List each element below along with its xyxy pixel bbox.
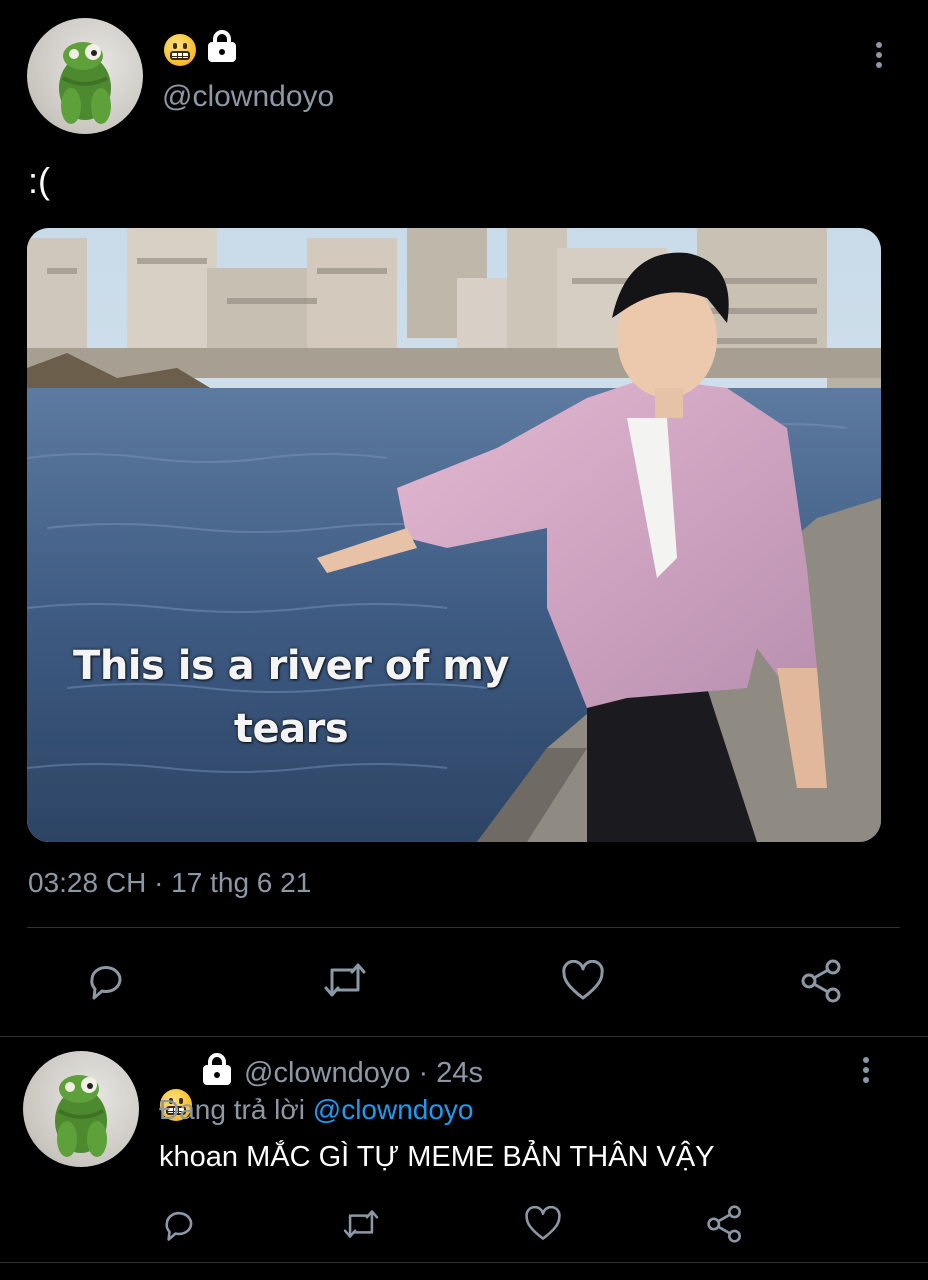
section-divider xyxy=(0,1036,928,1037)
replying-to-mention[interactable]: @clowndoyo xyxy=(313,1094,474,1125)
share-icon[interactable] xyxy=(706,1204,744,1244)
retweet-icon[interactable] xyxy=(320,958,370,1002)
author-avatar[interactable] xyxy=(27,18,143,134)
like-icon[interactable] xyxy=(524,1206,562,1242)
replying-label: Đang trả lời xyxy=(159,1094,305,1125)
reply-more-options-icon[interactable] xyxy=(862,1057,870,1087)
frog-plush-icon xyxy=(59,42,111,124)
lock-icon xyxy=(205,30,239,64)
more-options-icon[interactable] xyxy=(875,42,883,72)
frog-plush-icon xyxy=(55,1075,107,1157)
bottom-divider xyxy=(0,1262,928,1263)
lock-icon xyxy=(200,1053,234,1087)
meme-caption-line2: tears xyxy=(233,706,349,752)
like-icon[interactable] xyxy=(561,960,605,1002)
tweet-media-image[interactable]: This is a river of my tears xyxy=(27,228,881,842)
divider xyxy=(27,927,900,928)
reply-text: khoan MẮC GÌ TỰ MEME BẢN THÂN VẬY xyxy=(159,1141,715,1173)
tweet-timestamp[interactable]: 03:28 CH · 17 thg 6 21 xyxy=(28,867,311,899)
reply-handle-time[interactable]: @clowndoyo · 24s xyxy=(244,1057,483,1090)
author-handle[interactable]: @clowndoyo xyxy=(162,80,334,114)
share-icon[interactable] xyxy=(800,958,844,1004)
retweet-icon[interactable] xyxy=(340,1205,382,1243)
reply-author-avatar[interactable] xyxy=(23,1051,139,1167)
meme-caption-line1: This is a river of my xyxy=(73,643,509,689)
replying-to-context: Đang trả lời @clowndoyo xyxy=(159,1094,474,1126)
reply-icon[interactable] xyxy=(84,958,128,1002)
tweet-text: :( xyxy=(28,160,50,201)
grimacing-face-emoji xyxy=(164,34,196,66)
reply-icon[interactable] xyxy=(160,1205,198,1243)
